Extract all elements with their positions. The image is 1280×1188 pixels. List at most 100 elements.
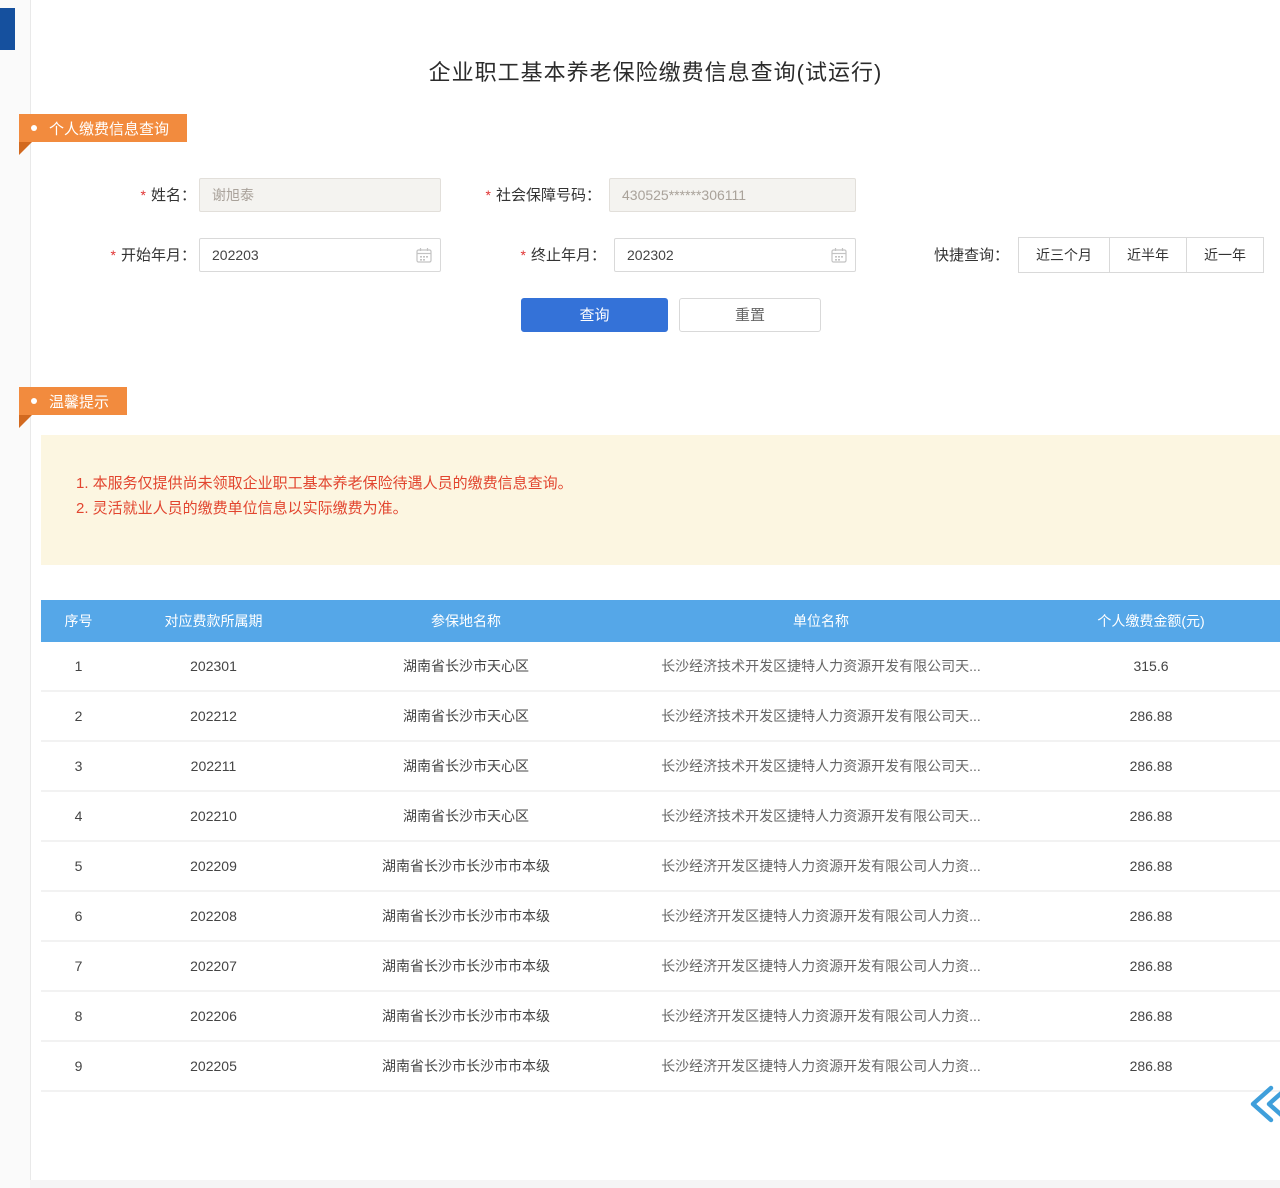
cell-region: 湖南省长沙市长沙市市本级 — [311, 841, 621, 891]
col-header-index: 序号 — [41, 600, 116, 642]
cell-period: 202209 — [116, 841, 311, 891]
cell-amount: 286.88 — [1021, 841, 1280, 891]
notice-box: 1. 本服务仅提供尚未领取企业职工基本养老保险待遇人员的缴费信息查询。 2. 灵… — [41, 435, 1280, 565]
table-row: 1202301湖南省长沙市天心区长沙经济技术开发区捷特人力资源开发有限公司天..… — [41, 642, 1280, 691]
name-label: *姓名： — [71, 178, 196, 212]
table-row: 9202205湖南省长沙市长沙市市本级长沙经济开发区捷特人力资源开发有限公司人力… — [41, 1041, 1280, 1091]
calendar-icon[interactable] — [831, 247, 847, 263]
table-body: 1202301湖南省长沙市天心区长沙经济技术开发区捷特人力资源开发有限公司天..… — [41, 642, 1280, 1091]
col-header-period: 对应费款所属期 — [116, 600, 311, 642]
cell-index: 3 — [41, 741, 116, 791]
cell-period: 202212 — [116, 691, 311, 741]
quick-query-label: 快捷查询： — [901, 238, 1009, 274]
cell-period: 202211 — [116, 741, 311, 791]
cell-region: 湖南省长沙市长沙市市本级 — [311, 891, 621, 941]
cell-amount: 286.88 — [1021, 1041, 1280, 1091]
query-button[interactable]: 查询 — [521, 298, 668, 332]
page-title: 企业职工基本养老保险缴费信息查询(试运行) — [31, 55, 1280, 87]
cell-region: 湖南省长沙市天心区 — [311, 642, 621, 691]
table-row: 5202209湖南省长沙市长沙市市本级长沙经济开发区捷特人力资源开发有限公司人力… — [41, 841, 1280, 891]
cell-amount: 286.88 — [1021, 691, 1280, 741]
main-panel: 企业职工基本养老保险缴费信息查询(试运行) 个人缴费信息查询 *姓名： *社会保… — [30, 0, 1280, 1188]
cell-index: 7 — [41, 941, 116, 991]
cell-amount: 286.88 — [1021, 741, 1280, 791]
cell-index: 1 — [41, 642, 116, 691]
cell-company: 长沙经济技术开发区捷特人力资源开发有限公司天... — [621, 791, 1021, 841]
cell-company: 长沙经济开发区捷特人力资源开发有限公司人力资... — [621, 891, 1021, 941]
end-month-field[interactable] — [614, 238, 856, 272]
results-table: 序号 对应费款所属期 参保地名称 单位名称 个人缴费金额(元) 1202301湖… — [41, 600, 1280, 1092]
ribbon-fold — [19, 415, 32, 428]
col-header-amount: 个人缴费金额(元) — [1021, 600, 1280, 642]
cell-index: 4 — [41, 791, 116, 841]
cell-company: 长沙经济技术开发区捷特人力资源开发有限公司天... — [621, 691, 1021, 741]
cell-region: 湖南省长沙市天心区 — [311, 691, 621, 741]
cell-period: 202206 — [116, 991, 311, 1041]
cell-index: 9 — [41, 1041, 116, 1091]
cell-index: 6 — [41, 891, 116, 941]
cell-company: 长沙经济开发区捷特人力资源开发有限公司人力资... — [621, 1041, 1021, 1091]
table-header-row: 序号 对应费款所属期 参保地名称 单位名称 个人缴费金额(元) — [41, 600, 1280, 642]
cell-amount: 286.88 — [1021, 891, 1280, 941]
notice-line: 1. 本服务仅提供尚未领取企业职工基本养老保险待遇人员的缴费信息查询。 — [76, 471, 1261, 496]
cell-amount: 286.88 — [1021, 791, 1280, 841]
table-row: 2202212湖南省长沙市天心区长沙经济技术开发区捷特人力资源开发有限公司天..… — [41, 691, 1280, 741]
cell-company: 长沙经济技术开发区捷特人力资源开发有限公司天... — [621, 642, 1021, 691]
collapse-double-chevron-icon[interactable] — [1249, 1083, 1280, 1125]
required-asterisk: * — [111, 247, 116, 263]
table-row: 7202207湖南省长沙市长沙市市本级长沙经济开发区捷特人力资源开发有限公司人力… — [41, 941, 1280, 991]
cell-period: 202207 — [116, 941, 311, 991]
table-row: 8202206湖南省长沙市长沙市市本级长沙经济开发区捷特人力资源开发有限公司人力… — [41, 991, 1280, 1041]
end-month-picker — [614, 238, 856, 272]
cell-index: 5 — [41, 841, 116, 891]
name-field[interactable] — [199, 178, 441, 212]
col-header-company: 单位名称 — [621, 600, 1021, 642]
required-asterisk: * — [141, 187, 146, 203]
notice-line: 2. 灵活就业人员的缴费单位信息以实际缴费为准。 — [76, 496, 1261, 521]
cell-company: 长沙经济开发区捷特人力资源开发有限公司人力资... — [621, 941, 1021, 991]
calendar-icon[interactable] — [416, 247, 432, 263]
section-header-tips: 温馨提示 — [19, 387, 127, 415]
quick-btn-last-half-year[interactable]: 近半年 — [1109, 237, 1187, 273]
end-month-label: *终止年月： — [441, 238, 606, 272]
bullet-icon — [31, 125, 37, 131]
cell-index: 8 — [41, 991, 116, 1041]
ssn-label: *社会保障号码： — [431, 178, 601, 212]
cell-region: 湖南省长沙市长沙市市本级 — [311, 991, 621, 1041]
cell-region: 湖南省长沙市长沙市市本级 — [311, 1041, 621, 1091]
ssn-field[interactable] — [609, 178, 856, 212]
cell-index: 2 — [41, 691, 116, 741]
ribbon-fold — [19, 142, 32, 155]
cell-period: 202210 — [116, 791, 311, 841]
cell-period: 202205 — [116, 1041, 311, 1091]
cell-region: 湖南省长沙市长沙市市本级 — [311, 941, 621, 991]
cell-company: 长沙经济开发区捷特人力资源开发有限公司人力资... — [621, 841, 1021, 891]
cell-period: 202301 — [116, 642, 311, 691]
cell-period: 202208 — [116, 891, 311, 941]
cell-region: 湖南省长沙市天心区 — [311, 741, 621, 791]
section-header-personal-query: 个人缴费信息查询 — [19, 114, 187, 142]
section-label: 个人缴费信息查询 — [49, 118, 169, 139]
table-row: 3202211湖南省长沙市天心区长沙经济技术开发区捷特人力资源开发有限公司天..… — [41, 741, 1280, 791]
cell-company: 长沙经济开发区捷特人力资源开发有限公司人力资... — [621, 991, 1021, 1041]
cell-company: 长沙经济技术开发区捷特人力资源开发有限公司天... — [621, 741, 1021, 791]
sidebar-tab[interactable] — [0, 8, 15, 50]
start-month-label: *开始年月： — [71, 238, 196, 272]
quick-btn-last-3-months[interactable]: 近三个月 — [1018, 237, 1110, 273]
cell-amount: 286.88 — [1021, 991, 1280, 1041]
section-label: 温馨提示 — [49, 391, 109, 412]
start-month-field[interactable] — [199, 238, 441, 272]
cell-amount: 315.6 — [1021, 642, 1280, 691]
reset-button[interactable]: 重置 — [679, 298, 821, 332]
bullet-icon — [31, 398, 37, 404]
quick-query-group: 近三个月 近半年 近一年 — [1019, 237, 1264, 273]
left-rail — [0, 0, 30, 1188]
required-asterisk: * — [486, 187, 491, 203]
bottom-bar — [30, 1180, 1280, 1188]
start-month-picker — [199, 238, 441, 272]
cell-amount: 286.88 — [1021, 941, 1280, 991]
table-row: 4202210湖南省长沙市天心区长沙经济技术开发区捷特人力资源开发有限公司天..… — [41, 791, 1280, 841]
cell-region: 湖南省长沙市天心区 — [311, 791, 621, 841]
quick-btn-last-year[interactable]: 近一年 — [1186, 237, 1264, 273]
table-row: 6202208湖南省长沙市长沙市市本级长沙经济开发区捷特人力资源开发有限公司人力… — [41, 891, 1280, 941]
